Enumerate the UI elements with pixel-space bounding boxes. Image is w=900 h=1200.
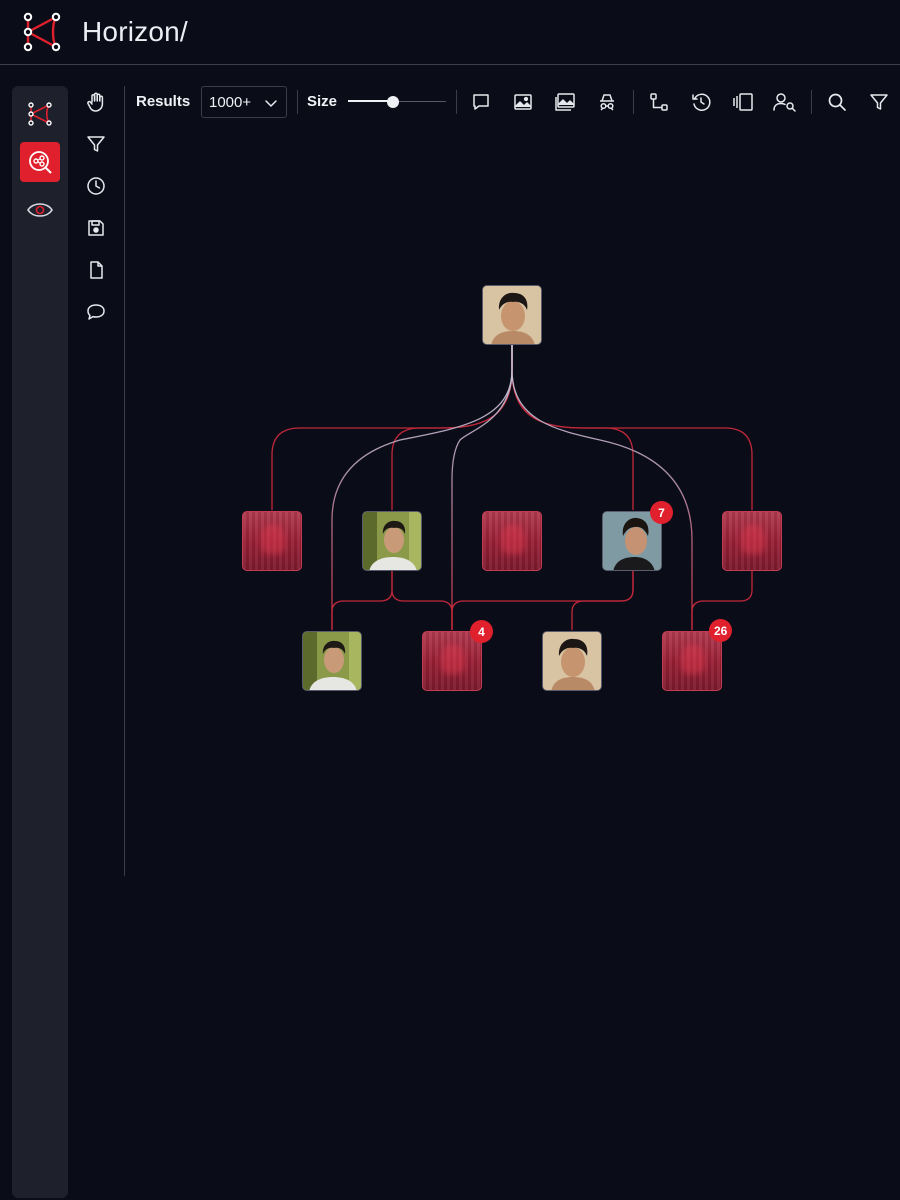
portrait-image (543, 632, 601, 690)
toolbar-divider (633, 90, 634, 114)
flow-icon[interactable] (647, 90, 671, 114)
app-title: Horizon/ (82, 16, 188, 47)
count-badge: 26 (709, 619, 733, 642)
size-label: Size (307, 93, 338, 110)
results-label: Results (136, 93, 191, 110)
graph-node-redacted[interactable] (722, 511, 782, 571)
graph-edges (271, 345, 753, 630)
size-slider[interactable] (348, 96, 446, 108)
toolbar: Results 1000+ Size (126, 86, 900, 118)
tools-column (76, 86, 125, 876)
results-value: 1000+ (209, 93, 252, 111)
search-icon[interactable] (825, 90, 849, 114)
graph-node-redacted[interactable] (662, 631, 722, 691)
horizon-logo-icon[interactable] (22, 12, 62, 52)
filter-icon[interactable] (867, 90, 891, 114)
graph-node-photo[interactable] (542, 631, 602, 691)
edge (331, 570, 393, 630)
graph-node-root[interactable] (482, 285, 542, 345)
portrait-image (303, 632, 361, 690)
graph-node-redacted[interactable] (242, 511, 302, 571)
left-rail (12, 86, 68, 1198)
chevron-down-icon (264, 96, 278, 114)
eye-icon[interactable] (20, 190, 60, 230)
history-icon[interactable] (689, 90, 713, 114)
clock-icon[interactable] (84, 174, 108, 198)
edge (271, 345, 513, 510)
edge (391, 570, 453, 630)
comment-icon[interactable] (469, 90, 493, 114)
results-select[interactable]: 1000+ (201, 86, 287, 118)
count-badge: 7 (650, 501, 673, 524)
network-search-icon[interactable] (20, 142, 60, 182)
slider-thumb[interactable] (387, 96, 400, 108)
person-search-icon[interactable] (773, 90, 797, 114)
portrait-image (483, 286, 541, 344)
portrait-image (363, 512, 421, 570)
image-icon[interactable] (511, 90, 535, 114)
edge (451, 345, 513, 630)
columns-icon[interactable] (731, 90, 755, 114)
edge (511, 345, 693, 630)
toolbar-divider (456, 90, 457, 114)
comment-icon[interactable] (84, 300, 108, 324)
graph-node-redacted[interactable] (482, 511, 542, 571)
document-icon[interactable] (84, 258, 108, 282)
incognito-icon[interactable] (595, 90, 619, 114)
edge (391, 345, 513, 510)
count-badge: 4 (470, 620, 493, 643)
app-header: Horizon/ (0, 0, 900, 65)
graph-node-photo[interactable] (362, 511, 422, 571)
save-icon[interactable] (84, 216, 108, 240)
images-icon[interactable] (553, 90, 577, 114)
toolbar-divider (297, 90, 298, 114)
toolbar-divider (811, 90, 812, 114)
hand-icon[interactable] (84, 90, 108, 114)
graph-logo-icon[interactable] (20, 94, 60, 134)
edge (571, 570, 634, 630)
edge (511, 345, 634, 510)
graph-node-photo[interactable] (302, 631, 362, 691)
edge (511, 345, 753, 510)
edge (331, 345, 513, 630)
filter-icon[interactable] (84, 132, 108, 156)
